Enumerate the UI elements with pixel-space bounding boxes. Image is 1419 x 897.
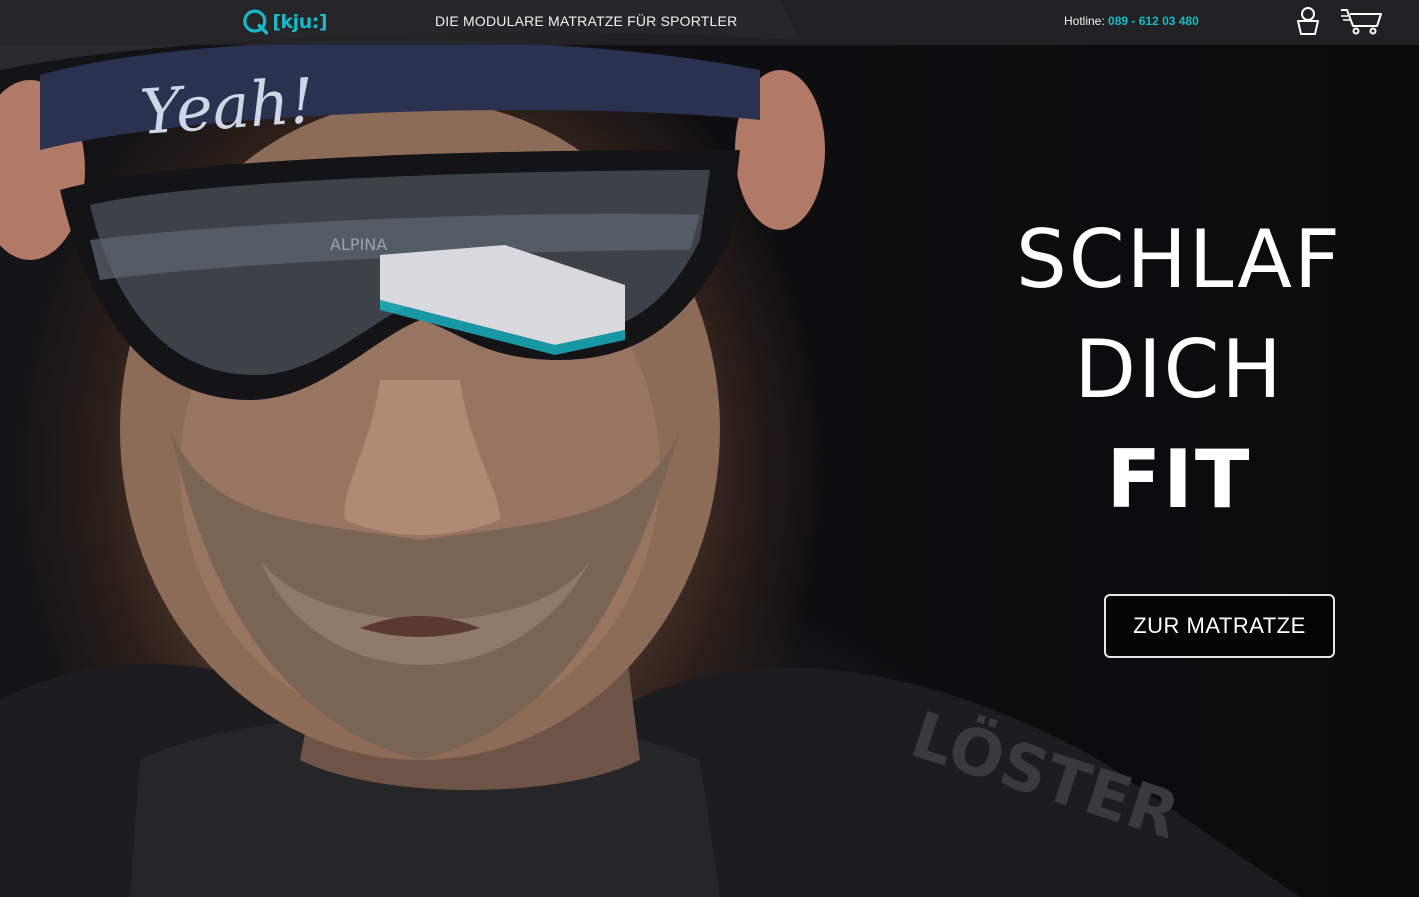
logo-text: [kju:] — [272, 11, 327, 33]
hotline-label: Hotline: — [1064, 14, 1105, 28]
brand-logo[interactable]: [kju:] — [243, 5, 327, 39]
svg-text:ALPINA: ALPINA — [330, 235, 387, 254]
shopping-cart-icon[interactable] — [1339, 6, 1383, 36]
hero-headline: SCHLAF DICH FIT — [979, 205, 1379, 535]
headline-line-1: SCHLAF — [1016, 213, 1342, 306]
svg-text:Yeah!: Yeah! — [138, 64, 317, 149]
headline-line-2: DICH — [1074, 323, 1284, 416]
user-account-icon[interactable] — [1294, 5, 1322, 37]
headline-line-3: FIT — [1106, 433, 1252, 526]
site-tagline: DIE MODULARE MATRATZE FÜR SPORTLER — [435, 13, 738, 29]
to-mattress-button[interactable]: ZUR MATRATZE — [1104, 594, 1335, 658]
logo-q-icon — [243, 9, 269, 35]
top-navigation-bar: [kju:] DIE MODULARE MATRATZE FÜR SPORTLE… — [0, 0, 1419, 45]
hotline: Hotline: 089 - 612 03 480 — [1064, 14, 1199, 28]
hotline-number[interactable]: 089 - 612 03 480 — [1108, 14, 1199, 28]
